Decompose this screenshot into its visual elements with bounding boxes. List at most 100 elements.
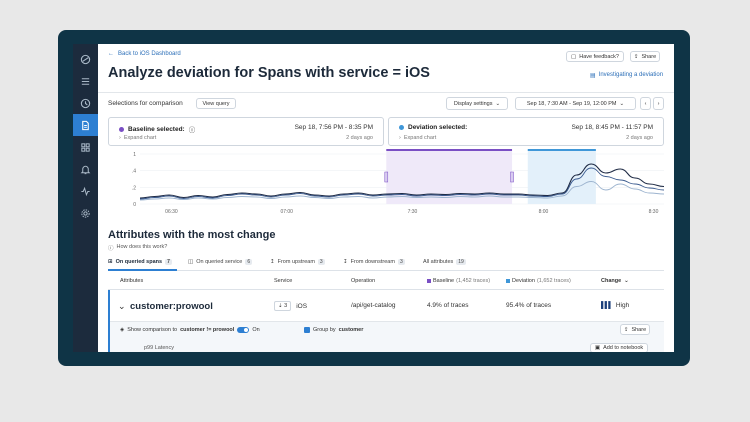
deviation-swatch-icon bbox=[506, 279, 510, 283]
chevron-right-icon: › bbox=[119, 135, 121, 141]
tab-on-queried-spans[interactable]: ⊞ On queried spans 7 bbox=[108, 259, 172, 265]
gear-icon[interactable] bbox=[73, 202, 98, 224]
list-icon[interactable] bbox=[73, 70, 98, 92]
col-baseline[interactable]: Baseline (1,452 traces) bbox=[427, 278, 490, 284]
chevron-down-icon[interactable]: ⌄ bbox=[118, 301, 126, 312]
col-deviation[interactable]: Deviation (1,652 traces) bbox=[506, 278, 571, 284]
y-tick-label: 1 bbox=[133, 152, 136, 158]
add-to-notebook-button[interactable]: ▣ Add to notebook bbox=[590, 343, 648, 352]
change-bars-icon: ▌▌▌ bbox=[601, 302, 613, 309]
back-link[interactable]: ← Back to iOS Dashboard bbox=[108, 51, 181, 57]
header-row-divider bbox=[108, 289, 664, 290]
deviation-expand[interactable]: › Expand chart bbox=[399, 135, 436, 141]
activity-icon[interactable] bbox=[73, 180, 98, 202]
app-window: ← Back to iOS Dashboard Analyze deviatio… bbox=[73, 44, 674, 352]
deviation-ago: 2 days ago bbox=[626, 135, 653, 141]
page-title: Analyze deviation for Spans with service… bbox=[108, 65, 430, 81]
share-icon: ⇪ bbox=[623, 326, 629, 333]
service-icon: ◫ bbox=[188, 259, 194, 265]
how-link[interactable]: ⓘ How does this work? bbox=[108, 244, 167, 252]
chevron-right-icon: › bbox=[399, 135, 401, 141]
help-icon[interactable]: ⓘ bbox=[189, 124, 196, 134]
grid-icon[interactable] bbox=[73, 136, 98, 158]
x-tick-label: 8:30 bbox=[649, 209, 659, 215]
y-tick-label: .2 bbox=[132, 185, 136, 191]
baseline-handle bbox=[510, 171, 514, 183]
chevron-down-icon: ⌄ bbox=[495, 100, 501, 107]
downstream-icon: ↧ bbox=[343, 259, 348, 265]
tab-from-downstream[interactable]: ↧ From downstream 3 bbox=[343, 259, 405, 265]
upstream-icon: ↥ bbox=[270, 259, 275, 265]
selections-label: Selections for comparison bbox=[108, 100, 183, 107]
spans-icon: ⊞ bbox=[108, 259, 113, 265]
comparison-toggle-row: ◈ Show comparison to customer != prowool… bbox=[120, 327, 260, 333]
layers-icon: ◈ bbox=[120, 327, 125, 333]
feedback-button[interactable]: ▢ Have feedback? bbox=[566, 51, 624, 62]
share-button[interactable]: ⇪ Share bbox=[630, 51, 660, 62]
view-query-button[interactable]: View query bbox=[196, 98, 236, 109]
baseline-dot-icon bbox=[119, 126, 124, 132]
back-link-label: Back to iOS Dashboard bbox=[118, 51, 181, 57]
bell-icon[interactable] bbox=[73, 158, 98, 180]
book-icon: ▤ bbox=[590, 73, 596, 79]
baseline-card: Baseline selected: ⓘ Sep 18, 7:56 PM - 8… bbox=[108, 117, 384, 146]
col-operation: Operation bbox=[351, 278, 376, 284]
x-tick-label: 7:30 bbox=[408, 209, 418, 215]
col-change[interactable]: Change ⌄ bbox=[601, 278, 629, 284]
change-cell: ▌▌▌ High bbox=[601, 302, 630, 309]
display-settings-button[interactable]: Display settings ⌄ bbox=[446, 97, 508, 110]
row-detail-panel bbox=[110, 321, 664, 352]
investigating-link[interactable]: ▤ Investigating a deviation bbox=[590, 72, 663, 79]
next-range-button[interactable]: › bbox=[653, 97, 664, 110]
deviation-time: Sep 18, 8:45 PM - 11:57 PM bbox=[571, 124, 653, 131]
time-range-picker[interactable]: Sep 18, 7:30 AM - Sep 19, 12:00 PM ⌄ bbox=[515, 97, 636, 110]
prev-range-button[interactable]: ‹ bbox=[640, 97, 651, 110]
notebook-icon: ▣ bbox=[594, 345, 601, 351]
y-tick-label: 0 bbox=[133, 202, 136, 208]
tab-all-attributes[interactable]: All attributes 19 bbox=[423, 259, 466, 265]
row-share-button[interactable]: ⇪ Share bbox=[620, 324, 650, 335]
baseline-ago: 2 days ago bbox=[346, 135, 373, 141]
tab-on-queried-service[interactable]: ◫ On queried service 6 bbox=[188, 259, 253, 265]
attribute-name: customer:prowool bbox=[130, 301, 213, 312]
x-tick-label: 06:30 bbox=[165, 209, 178, 215]
x-tick-label: 8:00 bbox=[539, 209, 549, 215]
col-service: Service bbox=[274, 278, 293, 284]
deviation-label: Deviation selected: bbox=[408, 124, 468, 131]
deviation-dot-icon bbox=[399, 125, 404, 130]
document-icon[interactable] bbox=[73, 114, 98, 136]
main-content: ← Back to iOS Dashboard Analyze deviatio… bbox=[98, 44, 674, 352]
baseline-swatch-icon bbox=[427, 279, 431, 283]
attribute-tabs: ⊞ On queried spans 7 ◫ On queried servic… bbox=[108, 257, 664, 271]
baseline-time: Sep 18, 7:56 PM - 8:35 PM bbox=[294, 124, 373, 131]
baseline-expand[interactable]: › Expand chart bbox=[119, 135, 156, 141]
arrow-left-icon: ← bbox=[108, 51, 114, 57]
operation-cell: /api/get-catalog bbox=[351, 302, 396, 309]
latency-label: p99 Latency bbox=[144, 345, 174, 351]
baseline-cell: 4.9% of traces bbox=[427, 302, 469, 309]
service-name: iOS bbox=[296, 302, 308, 310]
tab-from-upstream[interactable]: ↥ From upstream 3 bbox=[270, 259, 325, 265]
baseline-label: Baseline selected: bbox=[128, 125, 185, 133]
baseline-handle bbox=[384, 171, 389, 183]
x-tick-label: 07:00 bbox=[280, 209, 293, 215]
deviation-cell: 95.4% of traces bbox=[506, 302, 552, 309]
chat-icon: ▢ bbox=[571, 53, 577, 60]
attributes-heading: Attributes with the most change bbox=[108, 229, 276, 241]
chevron-left-icon: ‹ bbox=[644, 100, 647, 107]
y-tick-label: .4 bbox=[132, 169, 136, 175]
group-by-row: Group by customer bbox=[304, 327, 363, 333]
deviation-chart[interactable]: 1 .4 .2 0 06:30 07:00 7:30 8:00 8:30 bbox=[98, 148, 674, 220]
comparison-toggle[interactable] bbox=[237, 327, 250, 333]
group-by-checkbox[interactable] bbox=[304, 327, 310, 333]
service-cell: ⇣ 3 iOS bbox=[274, 301, 307, 311]
clock-icon[interactable] bbox=[73, 92, 98, 114]
sidebar bbox=[73, 44, 98, 352]
help-icon: ⓘ bbox=[108, 246, 114, 252]
logo-icon[interactable] bbox=[73, 48, 98, 70]
service-count-badge[interactable]: ⇣ 3 bbox=[274, 301, 292, 311]
header-divider bbox=[98, 92, 674, 93]
deviation-card: Deviation selected: Sep 18, 8:45 PM - 11… bbox=[388, 117, 664, 146]
chevron-right-icon: › bbox=[657, 100, 660, 107]
chevron-down-icon: ⌄ bbox=[619, 100, 625, 107]
